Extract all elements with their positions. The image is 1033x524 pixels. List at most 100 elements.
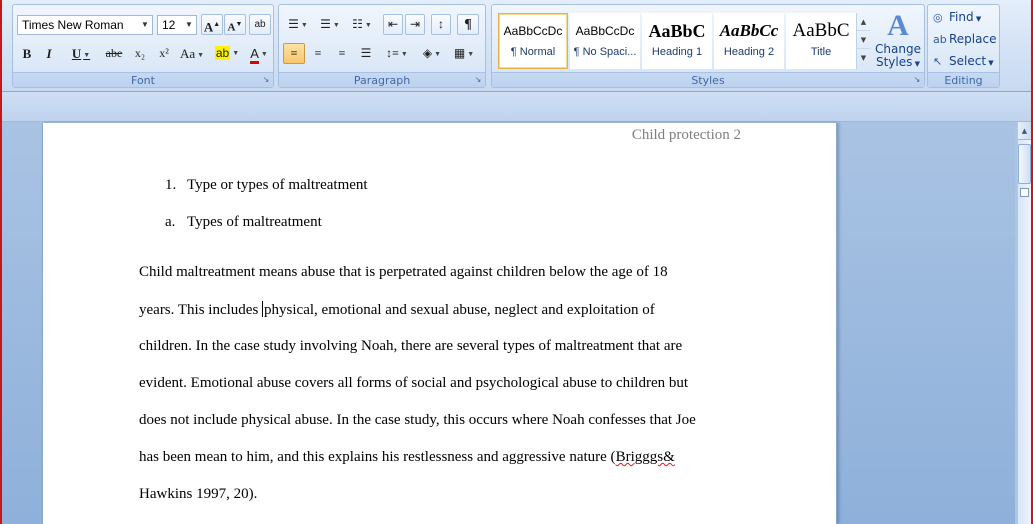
decrease-indent-button[interactable]: ⇤ [383, 14, 403, 35]
borders-button[interactable]: ▦ ▼ [449, 43, 479, 64]
chevron-down-icon[interactable]: ▼ [365, 21, 372, 29]
dialog-launcher-icon[interactable]: ↘ [912, 75, 922, 85]
underline-button[interactable]: U ▼ [63, 43, 99, 64]
vertical-scrollbar[interactable]: ▲ [1017, 122, 1031, 524]
ribbon: Times New Roman ▼ 12 ▼ A▲ A▼ ab B I U ▼ a… [0, 0, 1033, 92]
chevron-down-icon[interactable]: ▼ [83, 51, 90, 59]
superscript-button[interactable]: x² [153, 43, 175, 64]
align-center-button[interactable]: ≡ [307, 43, 329, 64]
pilcrow-icon: ¶ [464, 17, 472, 32]
multilevel-list-icon: ☷ [352, 17, 363, 31]
editing-group: ◎ Find ▼ ab Replace ↖ Select ▼ Editing [927, 4, 1000, 88]
align-left-button[interactable]: ≡ [283, 43, 305, 64]
dialog-launcher-icon[interactable]: ↘ [261, 75, 271, 85]
bullets-button[interactable]: ☰ ▼ [283, 14, 313, 35]
scroll-up-icon[interactable]: ▲ [1018, 122, 1031, 140]
styles-group-label: Styles [492, 72, 924, 87]
style-name: Title [810, 46, 832, 58]
strikethrough-button[interactable]: abe [101, 43, 127, 64]
underline-icon: U [71, 46, 82, 61]
italic-button[interactable]: I [39, 43, 59, 64]
grow-font-icon: A [203, 19, 214, 35]
more-icon[interactable]: ▼ [857, 49, 870, 67]
chevron-down-icon[interactable]: ▼ [139, 17, 151, 33]
find-button[interactable]: ◎ Find ▼ [933, 7, 981, 27]
chevron-down-icon[interactable]: ▼ [467, 50, 474, 58]
chevron-down-icon[interactable]: ▼ [301, 21, 308, 29]
body-line: Child maltreatment means abuse that is p… [139, 264, 668, 280]
clear-formatting-button[interactable]: ab [249, 14, 271, 35]
misspelled-word[interactable]: Brigggs& [616, 449, 675, 465]
subscript-button[interactable]: x₂ [129, 43, 151, 64]
font-size-value: 12 [162, 18, 176, 32]
scroll-thumb[interactable] [1018, 144, 1031, 184]
increase-indent-button[interactable]: ⇥ [405, 14, 425, 35]
chevron-down-icon[interactable]: ▼ [183, 17, 195, 33]
show-formatting-button[interactable]: ¶ [457, 14, 479, 35]
shrink-font-button[interactable]: A▼ [224, 14, 246, 35]
chevron-up-icon[interactable]: ▲ [857, 13, 870, 31]
chevron-down-icon[interactable]: ▼ [857, 31, 870, 49]
bold-button[interactable]: B [17, 43, 37, 64]
styles-group: AaBbCcDc ¶ Normal AaBbCcDc ¶ No Spaci...… [491, 4, 925, 88]
page-header: Child protection 2 [631, 127, 741, 143]
change-styles-button[interactable]: A Change Styles ▼ [873, 9, 923, 73]
chevron-down-icon[interactable]: ▼ [434, 50, 441, 58]
font-size-combo[interactable]: 12 ▼ [157, 15, 197, 35]
body-line: does not include physical abuse. In the … [139, 412, 696, 428]
font-name-combo[interactable]: Times New Roman ▼ [17, 15, 153, 35]
body-text: has been mean to him, and this explains … [139, 449, 616, 465]
italic-icon: I [46, 46, 52, 61]
sort-button[interactable]: ↕ [431, 14, 451, 35]
font-color-button[interactable]: A ▼ [245, 43, 273, 64]
select-label: Select [949, 54, 987, 68]
paint-bucket-icon: ◈ [422, 46, 433, 60]
ruler-area [0, 92, 1033, 122]
dialog-launcher-icon[interactable]: ↘ [473, 75, 483, 85]
line-spacing-button[interactable]: ↕≡ ▼ [381, 43, 413, 64]
chevron-down-icon: ▼ [986, 59, 994, 67]
chevron-down-icon[interactable]: ▼ [333, 21, 340, 29]
replace-button[interactable]: ab Replace [933, 29, 996, 49]
style-normal[interactable]: AaBbCcDc ¶ Normal [498, 13, 568, 69]
change-case-button[interactable]: Aa ▼ [177, 43, 207, 64]
replace-label: Replace [949, 32, 997, 46]
justify-button[interactable]: ☰ [355, 43, 377, 64]
body-line: children. In the case study involving No… [139, 338, 683, 354]
highlight-button[interactable]: ab ▼ [211, 43, 243, 64]
font-name-value: Times New Roman [22, 18, 124, 32]
cursor-arrow-icon: ↖ [933, 55, 943, 68]
shading-button[interactable]: ◈ ▼ [417, 43, 447, 64]
chevron-down-icon[interactable]: ▼ [401, 50, 408, 58]
multilevel-list-button[interactable]: ☷ ▼ [347, 14, 377, 35]
chevron-down-icon[interactable]: ▼ [261, 51, 268, 58]
paragraph-group-label: Paragraph [279, 72, 485, 87]
clear-formatting-icon: ab [254, 19, 266, 30]
change-styles-icon: A [887, 9, 909, 42]
list-marker: a. [165, 214, 176, 230]
replace-icon: ab [933, 33, 947, 46]
document-page[interactable]: Child protection 2 1. Type or types of m… [42, 123, 837, 524]
bold-icon: B [22, 46, 32, 61]
list-marker: 1. [165, 177, 177, 193]
align-left-icon: ≡ [290, 46, 298, 60]
style-title[interactable]: AaBbC Title [786, 13, 856, 69]
list-item: Type or types of maltreatment [187, 177, 368, 193]
style-heading-1[interactable]: AaBbC Heading 1 [642, 13, 712, 69]
style-sample: AaBbCc [719, 21, 779, 40]
body-line: years. This includes physical, emotional… [139, 301, 759, 319]
style-no-spacing[interactable]: AaBbCcDc ¶ No Spaci... [570, 13, 640, 69]
editing-group-label: Editing [928, 72, 999, 87]
subscript-icon: x₂ [134, 46, 146, 60]
select-button[interactable]: ↖ Select ▼ [933, 51, 994, 71]
line-spacing-icon: ↕≡ [386, 46, 399, 60]
chevron-down-icon[interactable]: ▼ [232, 50, 239, 57]
bullets-icon: ☰ [288, 17, 299, 31]
align-right-button[interactable]: ≡ [331, 43, 353, 64]
align-center-icon: ≡ [314, 46, 322, 60]
chevron-down-icon[interactable]: ▼ [197, 51, 204, 59]
grow-font-button[interactable]: A▲ [201, 14, 223, 35]
numbering-button[interactable]: ☰ ▼ [315, 14, 345, 35]
style-name: ¶ Normal [510, 46, 556, 58]
style-heading-2[interactable]: AaBbCc Heading 2 [714, 13, 784, 69]
